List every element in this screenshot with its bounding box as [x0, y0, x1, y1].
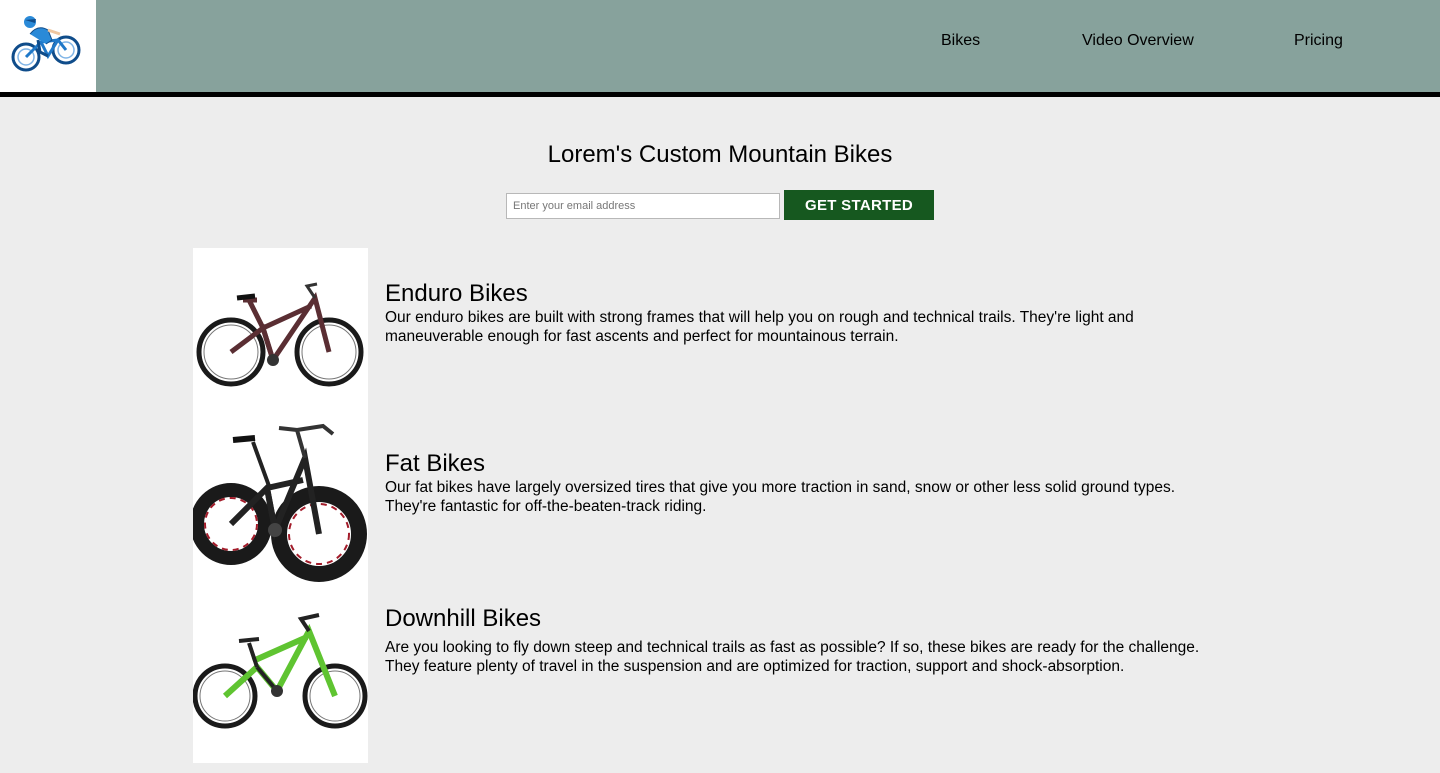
enduro-bike-image [193, 248, 368, 418]
product-description: Our fat bikes have largely oversized tir… [385, 479, 1176, 515]
site-header: Bikes Video Overview Pricing [0, 0, 1440, 97]
email-input[interactable] [506, 193, 780, 219]
nav-link-bikes[interactable]: Bikes [941, 32, 980, 50]
page-title: Lorem's Custom Mountain Bikes [547, 141, 893, 168]
get-started-button[interactable]: GET STARTED [784, 190, 934, 220]
cyclist-icon [11, 16, 81, 72]
product-name: Downhill Bikes [385, 605, 542, 632]
fat-bike-icon [190, 423, 367, 582]
downhill-bike-image [192, 593, 368, 763]
nav-link-video-overview[interactable]: Video Overview [1082, 32, 1194, 50]
product-downhill: Downhill Bikes Are you looking to fly do… [192, 593, 1203, 763]
nav-link-pricing[interactable]: Pricing [1294, 32, 1343, 50]
product-name: Enduro Bikes [385, 280, 528, 307]
logo[interactable] [0, 0, 96, 92]
downhill-bike-icon [192, 613, 368, 729]
product-name: Fat Bikes [385, 450, 486, 477]
product-description: Our enduro bikes are built with strong f… [385, 309, 1134, 345]
product-fat: Fat Bikes Our fat bikes have largely ove… [190, 418, 1203, 593]
enduro-bike-icon [196, 282, 364, 387]
product-description: Are you looking to fly down steep and te… [385, 639, 1200, 675]
product-enduro: Enduro Bikes Our enduro bikes are built … [193, 248, 1203, 418]
fat-bike-image [190, 418, 368, 593]
